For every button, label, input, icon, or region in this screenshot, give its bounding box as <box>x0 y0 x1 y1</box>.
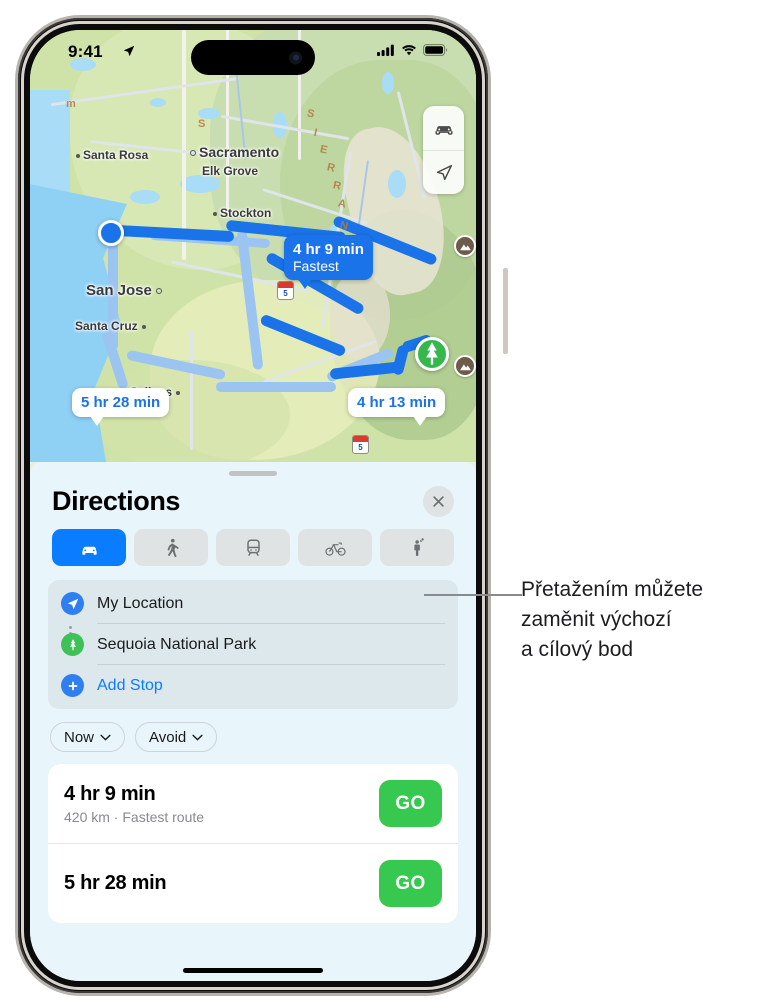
map-controls <box>423 106 464 194</box>
location-arrow-icon <box>122 44 136 63</box>
add-stop-label: Add Stop <box>97 676 163 694</box>
annotation-callout: Přetažením můžete zaměnit výchozí a cílo… <box>521 575 776 665</box>
route-option-row[interactable]: 5 hr 28 min GO <box>48 843 458 923</box>
directions-sheet: Directions My Location Sequoia National … <box>30 462 476 981</box>
recenter-location-button[interactable] <box>423 150 464 194</box>
highway-shield-label: 5 <box>358 443 363 452</box>
driving-mode-button[interactable] <box>423 106 464 150</box>
dynamic-island <box>191 40 315 75</box>
map-label-elk-grove: Elk Grove <box>202 164 259 178</box>
close-button[interactable] <box>423 486 454 517</box>
current-location-dot <box>98 220 124 246</box>
route-detail: 420 km · Fastest route <box>64 808 205 825</box>
annotation-line-1: Přetažením můžete <box>521 578 704 601</box>
route-duration: 4 hr 9 min <box>64 782 156 805</box>
status-indicators <box>377 44 448 56</box>
callout-note: Fastest <box>293 258 339 275</box>
status-time: 9:41 <box>68 42 103 61</box>
page-title: Directions <box>52 486 181 516</box>
callout-duration: 4 hr 13 min <box>357 394 437 411</box>
front-camera-icon <box>289 51 302 64</box>
route-callout-alternate[interactable]: 4 hr 13 min <box>348 388 446 427</box>
battery-full-icon <box>423 44 448 56</box>
sheet-header: Directions <box>30 476 476 517</box>
route-field-destination[interactable]: Sequoia National Park <box>48 624 458 665</box>
map-view[interactable]: 5 5 Santa Rosa Sacramento Elk Grove Stoc… <box>30 30 476 462</box>
route-field-origin[interactable]: My Location <box>48 583 458 624</box>
park-poi-icon[interactable] <box>454 235 476 257</box>
route-filters: Now Avoid <box>30 709 476 752</box>
go-button[interactable]: GO <box>379 780 442 827</box>
avoid-options-dropdown[interactable]: Avoid <box>135 722 218 752</box>
location-arrow-icon <box>61 592 84 615</box>
route-endpoints-box: My Location Sequoia National Park Add St… <box>48 580 458 709</box>
annotation-leader-line <box>424 594 522 596</box>
route-callout-alternate[interactable]: 5 hr 28 min <box>72 388 170 427</box>
drag-handle-origin[interactable] <box>421 595 445 613</box>
tab-drive[interactable] <box>52 529 126 566</box>
close-icon <box>433 496 444 507</box>
map-label-san-jose: San Jose <box>86 282 162 299</box>
highway-shield-label: 5 <box>283 289 288 298</box>
transport-mode-tabs <box>30 517 476 566</box>
departure-time-dropdown[interactable]: Now <box>50 722 126 752</box>
origin-label: My Location <box>97 594 184 612</box>
highway-shield-icon: 5 <box>277 281 294 300</box>
departure-time-label: Now <box>64 728 95 746</box>
annotation-line-2: zaměnit výchozí <box>521 608 672 631</box>
phone-screen: 5 5 Santa Rosa Sacramento Elk Grove Stoc… <box>30 30 476 981</box>
tab-transit[interactable] <box>216 529 290 566</box>
add-stop-row[interactable]: Add Stop <box>48 665 458 706</box>
plus-icon <box>61 674 84 697</box>
route-callout-selected[interactable]: 4 hr 9 min Fastest <box>284 235 373 290</box>
tree-icon <box>61 633 84 656</box>
chevron-down-icon <box>100 734 111 741</box>
destination-pin-tree-icon[interactable] <box>415 337 449 371</box>
route-option-row[interactable]: 4 hr 9 min 420 km · Fastest route GO <box>48 764 458 843</box>
destination-label: Sequoia National Park <box>97 635 257 653</box>
annotation-line-3: a cílový bod <box>521 638 634 661</box>
map-label-santa-rosa: Santa Rosa <box>76 148 148 162</box>
tab-cycle[interactable] <box>298 529 372 566</box>
callout-duration: 4 hr 9 min <box>293 241 364 258</box>
wifi-icon <box>402 45 416 56</box>
avoid-label: Avoid <box>149 728 187 746</box>
route-options-list: 4 hr 9 min 420 km · Fastest route GO 5 h… <box>48 764 458 923</box>
chevron-down-icon <box>192 734 203 741</box>
map-label-sacramento: Sacramento <box>190 144 279 160</box>
go-button[interactable]: GO <box>379 860 442 907</box>
power-button[interactable] <box>503 268 508 354</box>
tab-rideshare[interactable] <box>380 529 454 566</box>
home-indicator[interactable] <box>183 968 323 973</box>
callout-duration: 5 hr 28 min <box>81 394 161 411</box>
map-label-santa-cruz: Santa Cruz <box>75 319 146 333</box>
park-poi-icon[interactable] <box>454 355 476 377</box>
cellular-signal-icon <box>377 44 394 56</box>
tab-walk[interactable] <box>134 529 208 566</box>
drag-handle-destination[interactable] <box>421 636 445 654</box>
route-duration: 5 hr 28 min <box>64 872 167 894</box>
screenshot-root: 5 5 Santa Rosa Sacramento Elk Grove Stoc… <box>0 0 782 1008</box>
highway-shield-icon: 5 <box>352 435 369 454</box>
iphone-frame: 5 5 Santa Rosa Sacramento Elk Grove Stoc… <box>18 18 508 993</box>
map-label-stockton: Stockton <box>213 206 271 220</box>
